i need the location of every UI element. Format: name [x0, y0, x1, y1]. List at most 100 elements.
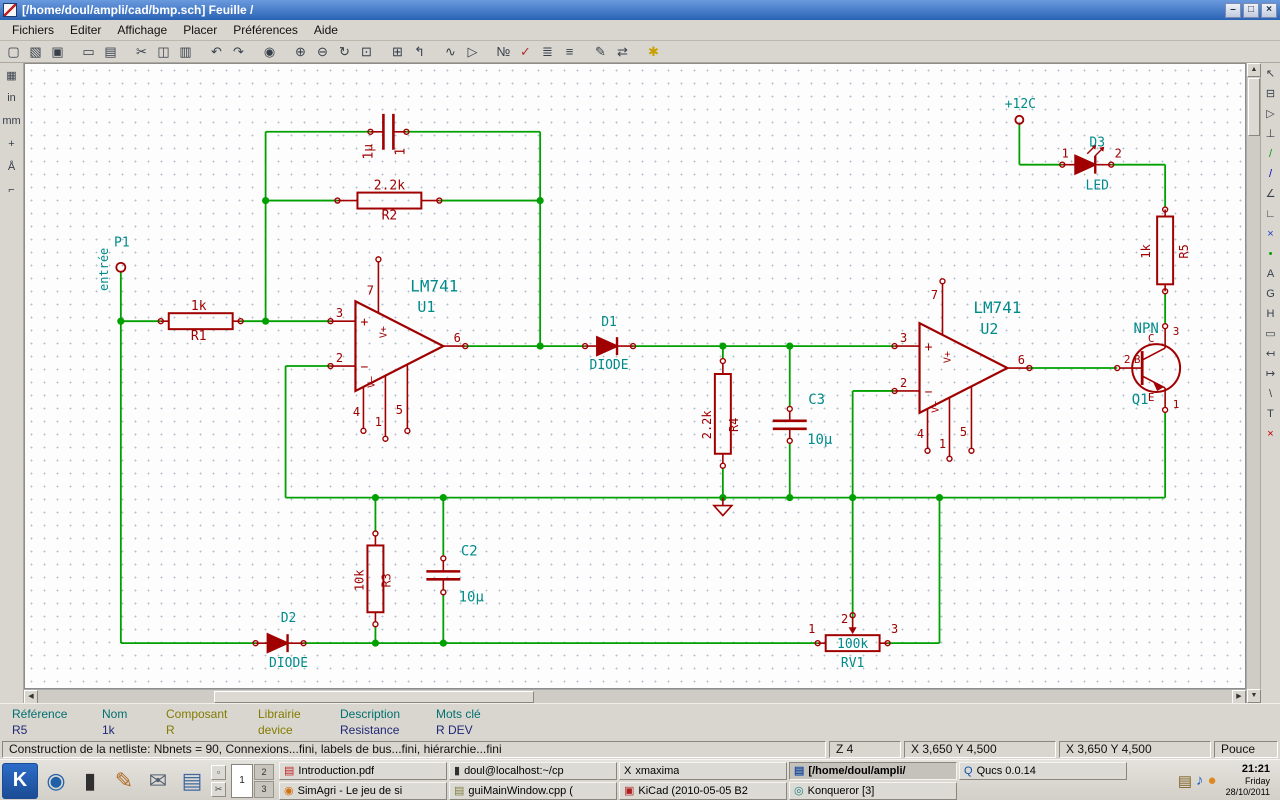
close-button[interactable]: ×	[1261, 2, 1277, 18]
taskbar-clock[interactable]: 21:21 Friday 28/10/2011	[1224, 761, 1278, 800]
print-button[interactable]: ▤	[100, 41, 121, 62]
cursor-shape-button[interactable]: +	[0, 133, 23, 155]
task-guimainwindow[interactable]: ▤ guiMainWindow.cpp (	[449, 781, 617, 800]
task-xmaxima[interactable]: Xxmaxima	[619, 761, 787, 780]
leave-sheet-button[interactable]: ↰	[409, 41, 430, 62]
minimize-button[interactable]: –	[1225, 2, 1241, 18]
scroll-up-arrow[interactable]: ▲	[1247, 63, 1261, 77]
mail-button[interactable]: ✉	[142, 763, 174, 799]
cursor-button[interactable]: ↖	[1261, 64, 1280, 83]
place-wire-button[interactable]: /	[1261, 144, 1280, 163]
hierarchy-nav-button[interactable]: ⊟	[1261, 84, 1280, 103]
hidden-pins-button[interactable]: Å	[0, 156, 23, 178]
page-settings-button[interactable]: ▭	[78, 41, 99, 62]
vertical-scrollbar[interactable]: ▲ ▼	[1246, 63, 1261, 703]
annotate-button[interactable]: №	[493, 41, 514, 62]
hierarchical-sheet-button[interactable]: ▭	[1261, 324, 1280, 343]
paste-button[interactable]: ▥	[175, 41, 196, 62]
no-connect-button[interactable]: ×	[1261, 224, 1280, 243]
run-script-button[interactable]: ✱	[643, 41, 664, 62]
menu-item-1[interactable]: Fichiers	[4, 21, 62, 39]
open-schematic-button[interactable]: ▧	[25, 41, 46, 62]
copy-button[interactable]: ◫	[153, 41, 174, 62]
netlist-button[interactable]: ≣	[537, 41, 558, 62]
zoom-out-button[interactable]: ⊖	[312, 41, 333, 62]
web-browser-button[interactable]: ◉	[40, 763, 72, 799]
scroll-right-arrow[interactable]: ▶	[1232, 690, 1246, 703]
schematic-text: 3	[900, 331, 907, 345]
units-inch-button[interactable]: in	[0, 87, 23, 109]
tray-app-icon[interactable]: ●	[1208, 772, 1217, 789]
library-editor-button[interactable]: ∿	[440, 41, 461, 62]
vertical-scroll-thumb[interactable]	[1248, 78, 1260, 136]
menu-item-6[interactable]: Aide	[306, 21, 346, 39]
place-component-button[interactable]: ▷	[1261, 104, 1280, 123]
toggle-grid-button[interactable]: ▦	[0, 64, 23, 86]
bus-to-bus-entry-button[interactable]: ∟	[1261, 204, 1280, 223]
units-mm-button[interactable]: mm	[0, 110, 23, 132]
plot-button[interactable]: ✎	[590, 41, 611, 62]
task-introduction-pdf[interactable]: ▤ Introduction.pdf	[279, 761, 447, 780]
schematic-text: Q1	[1132, 392, 1149, 408]
menu-item-3[interactable]: Affichage	[109, 21, 175, 39]
zoom-redraw-button[interactable]: ↻	[334, 41, 355, 62]
cut-button[interactable]: ✂	[131, 41, 152, 62]
task-qucs[interactable]: Q Qucs 0.0.14	[959, 761, 1127, 780]
library-browser-button[interactable]: ▷	[462, 41, 483, 62]
task-terminal[interactable]: ▮ doul@localhost:~/cp	[449, 761, 617, 780]
menu-item-5[interactable]: Préférences	[225, 21, 306, 39]
bom-button[interactable]: ≡	[559, 41, 580, 62]
pager-desktop-2[interactable]: 2	[254, 763, 274, 780]
pager-desktop-3[interactable]: 3	[254, 781, 274, 798]
redo-button[interactable]: ↷	[228, 41, 249, 62]
place-bus-button[interactable]: /	[1261, 164, 1280, 183]
zoom-in-button[interactable]: ⊕	[290, 41, 311, 62]
task-eeschema[interactable]: ▤ [/home/doul/ampli/	[789, 761, 957, 780]
delete-item-icon: ×	[1267, 427, 1274, 440]
navigate-hierarchy-button[interactable]: ⊞	[387, 41, 408, 62]
clipboard-mini-button[interactable]: ✂	[211, 781, 226, 797]
graphic-line-button[interactable]: \	[1261, 384, 1280, 403]
new-schematic-button[interactable]: ▢	[3, 41, 24, 62]
horizontal-scroll-thumb[interactable]	[214, 691, 534, 703]
konsole-button[interactable]: ▮	[74, 763, 106, 799]
show-desktop-button[interactable]: ▫	[211, 764, 226, 780]
horizontal-scrollbar[interactable]: ◀ ▶	[24, 689, 1246, 703]
menu-item-2[interactable]: Editer	[62, 21, 109, 39]
schematic-text: DIODE	[269, 656, 308, 671]
leave-sheet-icon: ↰	[414, 43, 425, 59]
editor-button[interactable]: ✎	[108, 763, 140, 799]
task-simagri[interactable]: ◉ SimAgri - Le jeu de si	[279, 781, 447, 800]
tray-volume-icon[interactable]: ♪	[1196, 772, 1204, 789]
graphic-text-button[interactable]: T	[1261, 404, 1280, 423]
zoom-fit-button[interactable]: ⊡	[356, 41, 377, 62]
sheet-pin-button[interactable]: ↦	[1261, 364, 1280, 383]
menu-item-4[interactable]: Placer	[175, 21, 225, 39]
schematic-canvas[interactable]: entrée P1 LM741 U1 D1 DIODE C3 10µ LM741 U2 +12C D3…	[24, 63, 1246, 689]
place-wire-icon: /	[1268, 147, 1273, 160]
find-button[interactable]: ◉	[259, 41, 280, 62]
scroll-down-arrow[interactable]: ▼	[1247, 689, 1261, 703]
hierarchical-label-button[interactable]: H	[1261, 304, 1280, 323]
kmenu-button[interactable]: K	[2, 762, 38, 799]
save-schematic-button[interactable]: ▣	[47, 41, 68, 62]
task-kicad[interactable]: ▣ KiCad (2010-05-05 B2	[619, 781, 787, 800]
backannotate-button[interactable]: ⇄	[612, 41, 633, 62]
task-konqueror[interactable]: ◎ Konqueror [3]	[789, 781, 957, 800]
place-junction-button[interactable]: •	[1261, 244, 1280, 263]
maximize-button[interactable]: □	[1243, 2, 1259, 18]
wire-to-bus-entry-button[interactable]: ∠	[1261, 184, 1280, 203]
toggle-grid-icon: ▦	[6, 69, 17, 82]
erc-check-button[interactable]: ✓	[515, 41, 536, 62]
net-label-button[interactable]: A	[1261, 264, 1280, 283]
scroll-left-arrow[interactable]: ◀	[24, 690, 38, 703]
tray-klipper-icon[interactable]: ▤	[1178, 772, 1192, 790]
undo-button[interactable]: ↶	[206, 41, 227, 62]
office-button[interactable]: ▤	[176, 763, 208, 799]
import-sheet-pin-button[interactable]: ↤	[1261, 344, 1280, 363]
delete-item-button[interactable]: ×	[1261, 424, 1280, 443]
pager-desktop-1[interactable]: 1	[231, 763, 253, 798]
place-power-button[interactable]: ⊥	[1261, 124, 1280, 143]
hv-orientation-button[interactable]: ⌐	[0, 179, 23, 201]
global-label-button[interactable]: G	[1261, 284, 1280, 303]
